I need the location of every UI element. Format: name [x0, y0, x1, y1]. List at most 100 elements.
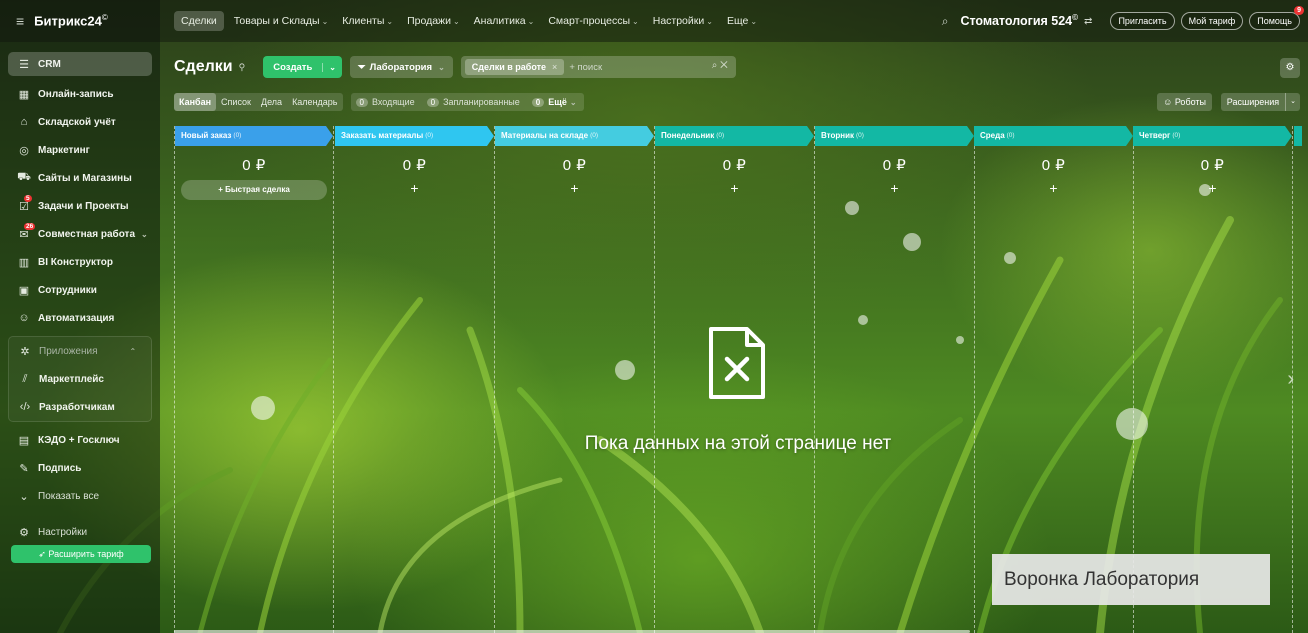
column-sum: 0 ₽: [402, 157, 427, 174]
top-nav-item-clients[interactable]: Клиенты ⌄: [342, 15, 393, 27]
top-nav-item-settings[interactable]: Настройки ⌄: [653, 15, 713, 27]
filter-chip[interactable]: Сделки в работе ×: [464, 59, 565, 75]
column-header[interactable]: Вторник (0): [815, 126, 974, 146]
sidebar-item-tasks[interactable]: ☑ Задачи и Проекты 5: [0, 192, 160, 220]
chevron-down-icon: ⌄: [19, 490, 29, 503]
kanban-column: Заказать материалы (0) 0 ₽ +: [335, 126, 495, 633]
counter-more[interactable]: 0 Ещё ⌄: [531, 97, 577, 107]
chevron-down-icon[interactable]: ⌄: [322, 62, 342, 72]
column-sum: 0 ₽: [242, 157, 266, 174]
bar-chart-icon: ▥: [18, 256, 30, 269]
search-icon[interactable]: ⌕ ✕: [712, 60, 728, 71]
sidebar-item-show-all[interactable]: ⌄ Показать все: [0, 482, 160, 510]
top-nav-item-analytics[interactable]: Аналитика ⌄: [474, 15, 535, 27]
document-icon: ▤: [18, 434, 30, 447]
upgrade-tariff-button[interactable]: ➶ Расширить тариф: [11, 545, 151, 563]
add-deal-button[interactable]: +: [974, 180, 1133, 196]
counter-planned[interactable]: 0 Запланированные: [426, 97, 520, 107]
add-deal-button[interactable]: +: [1133, 180, 1292, 196]
column-sum: 0 ₽: [562, 157, 587, 174]
extensions-button[interactable]: Расширения ⌄: [1220, 93, 1300, 111]
column-header[interactable]: Новый заказ (0): [175, 126, 333, 146]
invite-button[interactable]: Пригласить: [1110, 12, 1175, 30]
column-header[interactable]: Материалы на складе (0): [495, 126, 654, 146]
logo-area: ≡ Битрикс24©: [0, 0, 160, 42]
column-header[interactable]: Заказать материалы (0): [335, 126, 494, 146]
view-kanban[interactable]: Канбан: [174, 93, 217, 111]
view-activities[interactable]: Дела: [256, 97, 287, 107]
top-nav-item-goods[interactable]: Товары и Склады ⌄: [234, 15, 328, 27]
column-header[interactable]: Среда (0): [974, 126, 1133, 146]
chevron-down-icon: ⌄: [527, 17, 535, 26]
search-input[interactable]: [569, 61, 690, 73]
pin-icon[interactable]: ⚲: [239, 62, 246, 73]
column-sum: 0 ₽: [722, 157, 747, 174]
chevron-up-icon: ⌃: [129, 346, 137, 356]
add-deal-button[interactable]: +: [815, 180, 974, 196]
column-header[interactable]: Четверг (0): [1133, 126, 1292, 146]
sidebar: ☰ CRM ▦ Онлайн-запись ⌂ Складской учёт ◎ Мар…: [0, 42, 160, 633]
sidebar-item-marketplace[interactable]: ⫽ Маркетплейс: [9, 365, 151, 393]
column-header[interactable]: Понедельник (0): [655, 126, 814, 146]
apps-icon: ✲: [20, 345, 30, 358]
logo[interactable]: Битрикс24©: [34, 13, 108, 28]
view-settings-gear-icon[interactable]: ⚙: [1280, 58, 1300, 78]
signature-icon: ✎: [19, 462, 29, 475]
help-button[interactable]: Помощь 9: [1249, 6, 1304, 30]
add-deal-button[interactable]: +: [335, 180, 494, 196]
collaboration-badge: 26: [24, 223, 36, 230]
sidebar-item-employees[interactable]: ▣ Сотрудники: [0, 276, 160, 304]
top-nav-item-more[interactable]: Еще ⌄: [727, 15, 757, 27]
marketplace-icon: ⫽: [22, 372, 28, 385]
funnel-label: Воронка Лаборатория: [992, 554, 1270, 605]
sidebar-item-collaboration[interactable]: ✉ Совместная работа ⌄ 26: [0, 220, 160, 248]
top-nav-item-deals[interactable]: Сделки: [174, 11, 224, 31]
top-nav-item-sales[interactable]: Продажи ⌄: [407, 15, 460, 27]
view-list[interactable]: Список: [216, 97, 256, 107]
add-deal-button[interactable]: +: [655, 180, 814, 196]
robots-button[interactable]: ☺ Роботы: [1157, 93, 1212, 111]
sidebar-item-kedo[interactable]: ▤ КЭДО + Госключ: [0, 426, 160, 454]
sidebar-item-settings[interactable]: ⚙ Настройки: [0, 518, 160, 546]
create-button[interactable]: Создать ⌄: [263, 56, 342, 78]
counters: 0 Входящие 0 Запланированные 0 Ещё ⌄: [350, 93, 584, 111]
sidebar-group-head-apps[interactable]: ✲ Приложения ⌃: [9, 337, 151, 365]
toolbar: Сделки ⚲ Создать ⌄ ⏷ Лаборатория ⌄ Сделки…: [174, 55, 736, 79]
scroll-right-chevron-icon[interactable]: ›: [1287, 368, 1294, 391]
counter-incoming[interactable]: 0 Входящие: [355, 97, 415, 107]
sidebar-item-warehouse[interactable]: ⌂ Складской учёт: [0, 108, 160, 136]
view-calendar[interactable]: Календарь: [287, 97, 342, 107]
top-bar: ≡ Битрикс24© Сделки Товары и Склады ⌄ Кли…: [0, 0, 1308, 42]
quick-deal-button[interactable]: + Быстрая сделка: [181, 180, 327, 200]
sidebar-item-developers[interactable]: ‹/› Разработчикам: [9, 393, 151, 421]
empty-file-icon: [709, 327, 765, 399]
funnel-select[interactable]: ⏷ Лаборатория ⌄: [350, 56, 453, 78]
column-sum: 0 ₽: [1041, 157, 1066, 174]
sidebar-item-automation[interactable]: ☺ Автоматизация: [0, 304, 160, 332]
cart-icon: ⛟: [17, 171, 31, 183]
sidebar-item-sites[interactable]: ⛟ Сайты и Магазины: [0, 164, 160, 192]
filter-search[interactable]: Сделки в работе× ⌕ ✕: [460, 56, 736, 78]
column-sum: 0 ₽: [1200, 157, 1225, 174]
sidebar-item-bi[interactable]: ▥ BI Конструктор: [0, 248, 160, 276]
sidebar-item-online-booking[interactable]: ▦ Онлайн-запись: [0, 80, 160, 108]
sidebar-item-crm[interactable]: ☰ CRM: [8, 52, 152, 76]
switch-portal-icon[interactable]: ⇄: [1084, 16, 1092, 27]
top-nav-item-smart-processes[interactable]: Смарт-процессы ⌄: [548, 15, 638, 27]
top-nav: Сделки Товары и Склады ⌄ Клиенты ⌄ Продажи…: [174, 0, 771, 42]
add-deal-button[interactable]: +: [495, 180, 654, 196]
id-card-icon: ▣: [18, 284, 30, 297]
chevron-down-icon: ⌄: [750, 17, 758, 26]
close-icon[interactable]: ×: [552, 62, 557, 72]
sidebar-group-apps: ✲ Приложения ⌃ ⫽ Маркетплейс ‹/› Разработчи…: [8, 336, 152, 422]
robot-icon: ☺: [1163, 97, 1175, 107]
funnel-icon: ⏷: [358, 61, 366, 73]
tariff-button[interactable]: Мой тариф: [1180, 12, 1244, 30]
chevron-down-icon: ⌄: [141, 229, 148, 239]
chevron-down-icon[interactable]: ⌄: [1285, 93, 1300, 111]
sidebar-item-marketing[interactable]: ◎ Маркетинг: [0, 136, 160, 164]
search-icon[interactable]: ⌕: [942, 14, 949, 29]
company-name[interactable]: Стоматология 524©: [960, 13, 1078, 28]
menu-icon[interactable]: ≡: [16, 13, 24, 29]
sidebar-item-signature[interactable]: ✎ Подпись: [0, 454, 160, 482]
